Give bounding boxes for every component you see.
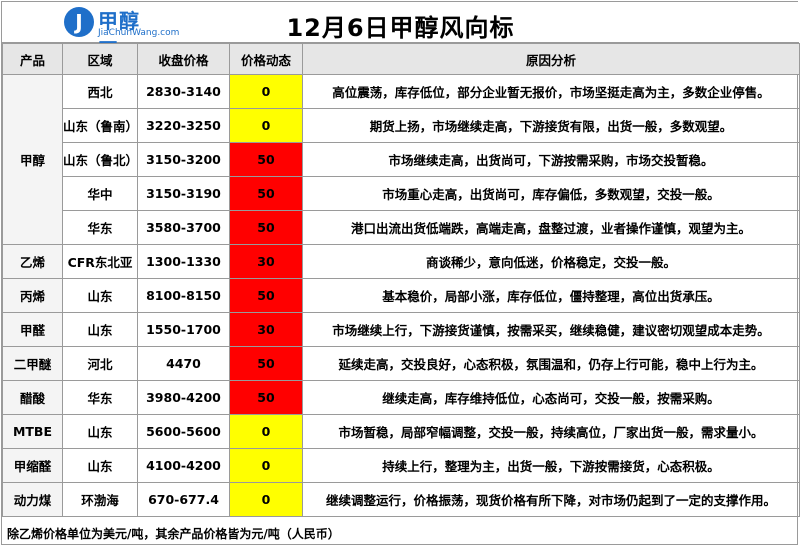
cell-product: 二甲醚 <box>2 346 63 381</box>
cell-dynamics: 50 <box>229 142 303 177</box>
table-row: 醋酸 华东 3980-4200 50 继续走高，库存维持低位，心态尚可，交投一般，按需采… <box>2 380 800 415</box>
cell-product: 甲醇 <box>2 74 63 245</box>
header-price: 收盘价格 <box>137 43 230 75</box>
cell-region: 华东 <box>62 210 138 245</box>
table-row: 乙烯 CFR东北亚 1300-1330 30 商谈稀少，意向低迷，价格稳定，交投一般。 <box>2 244 800 279</box>
cell-product: MTBE <box>2 414 63 449</box>
table-row: 甲醛 山东 1550-1700 30 市场继续上行，下游接货谨慎，按需采买，继续稳健，建… <box>2 312 800 347</box>
cell-price: 5600-5600 <box>137 414 230 449</box>
cell-reason: 继续走高，库存维持低位，心态尚可，交投一般，按需采购。 <box>302 380 800 415</box>
footnote: 除乙烯价格单位为美元/吨，其余产品价格皆为元/吨（人民币） <box>7 527 340 541</box>
cell-price: 3980-4200 <box>137 380 230 415</box>
cell-region: 河北 <box>62 346 138 381</box>
cell-dynamics: 30 <box>229 244 303 279</box>
cell-reason: 持续上行，整理为主，出货一般，下游按需接货，心态积极。 <box>302 448 800 483</box>
title-row: J 甲醇网 JiaChunWang.com 12月6日甲醇风向标 <box>2 2 799 62</box>
cell-price: 3150-3200 <box>137 142 230 177</box>
cell-price: 3150-3190 <box>137 176 230 211</box>
header-product: 产品 <box>2 43 63 75</box>
cell-price: 2830-3140 <box>137 74 230 109</box>
cell-product: 丙烯 <box>2 278 63 313</box>
cell-region: 环渤海 <box>62 482 138 517</box>
cell-price: 4470 <box>137 346 230 381</box>
cell-region: 西北 <box>62 74 138 109</box>
table-row: 华东 3580-3700 50 港口出流出货低端跌，高端走高，盘整过渡，业者操作谨慎，… <box>3 210 800 245</box>
cell-reason: 市场继续上行，下游接货谨慎，按需采买，继续稳健，建议密切观望成本走势。 <box>302 312 800 347</box>
cell-region: CFR东北亚 <box>62 244 138 279</box>
table-body: 甲醇 西北 2830-3140 0 高位震荡，库存低位，部分企业暂无报价，市场坚挺走高为… <box>2 74 800 517</box>
table-row: 甲缩醛 山东 4100-4200 0 持续上行，整理为主，出货一般，下游按需接货，心态积… <box>2 448 800 483</box>
cell-reason: 高位震荡，库存低位，部分企业暂无报价，市场坚挺走高为主，多数企业停售。 <box>302 74 800 109</box>
cell-product: 甲醛 <box>2 312 63 347</box>
cell-product: 动力煤 <box>2 482 63 517</box>
table-row: 甲醇 西北 2830-3140 0 高位震荡，库存低位，部分企业暂无报价，市场坚挺走高为… <box>2 74 800 245</box>
cell-region: 山东 <box>62 278 138 313</box>
cell-product: 醋酸 <box>2 380 63 415</box>
cell-price: 3220-3250 <box>137 108 230 143</box>
cell-dynamics: 50 <box>229 380 303 415</box>
cell-region: 山东（鲁北） <box>62 142 138 177</box>
cell-product: 乙烯 <box>2 244 63 279</box>
cell-dynamics: 0 <box>229 74 303 109</box>
cell-dynamics: 50 <box>229 210 303 245</box>
table-row: 山东（鲁南） 3220-3250 0 期货上扬，市场继续走高，下游接货有限，出货一般，… <box>3 108 800 143</box>
price-table: 产品 区域 收盘价格 价格动态 原因分析 甲醇 西北 2830-3140 0 高位震荡，… <box>2 43 800 517</box>
header-region: 区域 <box>62 43 138 75</box>
report-frame: J 甲醇网 JiaChunWang.com 12月6日甲醇风向标 产品 区域 收… <box>1 1 800 545</box>
cell-price: 3580-3700 <box>137 210 230 245</box>
cell-dynamics: 0 <box>229 414 303 449</box>
cell-region: 山东（鲁南） <box>62 108 138 143</box>
cell-reason: 市场暂稳，局部窄幅调整，交投一般，持续高位，厂家出货一般，需求量小。 <box>302 414 800 449</box>
table-row: 丙烯 山东 8100-8150 50 基本稳价，局部小涨，库存低位，僵持整理，高位出货承… <box>2 278 800 313</box>
cell-dynamics: 30 <box>229 312 303 347</box>
cell-reason: 市场继续走高，出货尚可，下游按需采购，市场交投暂稳。 <box>302 142 800 177</box>
cell-region: 山东 <box>62 414 138 449</box>
cell-dynamics: 50 <box>229 176 303 211</box>
table-row: 动力煤 环渤海 670-677.4 0 继续调整运行，价格振荡，现货价格有所下降，对市场… <box>2 482 800 517</box>
cell-reason: 商谈稀少，意向低迷，价格稳定，交投一般。 <box>302 244 800 279</box>
header-dynamics: 价格动态 <box>229 43 303 75</box>
cell-region: 山东 <box>62 312 138 347</box>
cell-dynamics: 50 <box>229 346 303 381</box>
header-reason: 原因分析 <box>302 43 800 75</box>
cell-reason: 继续调整运行，价格振荡，现货价格有所下降，对市场仍起到了一定的支撑作用。 <box>302 482 800 517</box>
cell-product: 甲缩醛 <box>2 448 63 483</box>
cell-dynamics: 0 <box>229 482 303 517</box>
page-title: 12月6日甲醇风向标 <box>286 14 515 42</box>
cell-region: 山东 <box>62 448 138 483</box>
table-header-row: 产品 区域 收盘价格 价格动态 原因分析 <box>2 43 800 75</box>
table-row: 二甲醚 河北 4470 50 延续走高，交投良好，心态积极，氛围温和，仍存上行可能，稳中… <box>2 346 800 381</box>
cell-reason: 延续走高，交投良好，心态积极，氛围温和，仍存上行可能，稳中上行为主。 <box>302 346 800 381</box>
table-row: MTBE 山东 5600-5600 0 市场暂稳，局部窄幅调整，交投一般，持续高位，厂家… <box>2 414 800 449</box>
table-row: 华中 3150-3190 50 市场重心走高，出货尚可，库存偏低，多数观望，交投一般。 <box>3 176 800 211</box>
cell-price: 8100-8150 <box>137 278 230 313</box>
cell-price: 1300-1330 <box>137 244 230 279</box>
cell-price: 670-677.4 <box>137 482 230 517</box>
cell-price: 1550-1700 <box>137 312 230 347</box>
cell-reason: 基本稳价，局部小涨，库存低位，僵持整理，高位出货承压。 <box>302 278 800 313</box>
cell-dynamics: 0 <box>229 108 303 143</box>
cell-reason: 港口出流出货低端跌，高端走高，盘整过渡，业者操作谨慎，观望为主。 <box>302 210 800 245</box>
table-row: 山东（鲁北） 3150-3200 50 市场继续走高，出货尚可，下游按需采购，市场交投… <box>3 142 800 177</box>
cell-reason: 市场重心走高，出货尚可，库存偏低，多数观望，交投一般。 <box>302 176 800 211</box>
cell-reason: 期货上扬，市场继续走高，下游接货有限，出货一般，多数观望。 <box>302 108 800 143</box>
cell-dynamics: 50 <box>229 278 303 313</box>
cell-dynamics: 0 <box>229 448 303 483</box>
cell-region: 华东 <box>62 380 138 415</box>
cell-price: 4100-4200 <box>137 448 230 483</box>
cell-region: 华中 <box>62 176 138 211</box>
